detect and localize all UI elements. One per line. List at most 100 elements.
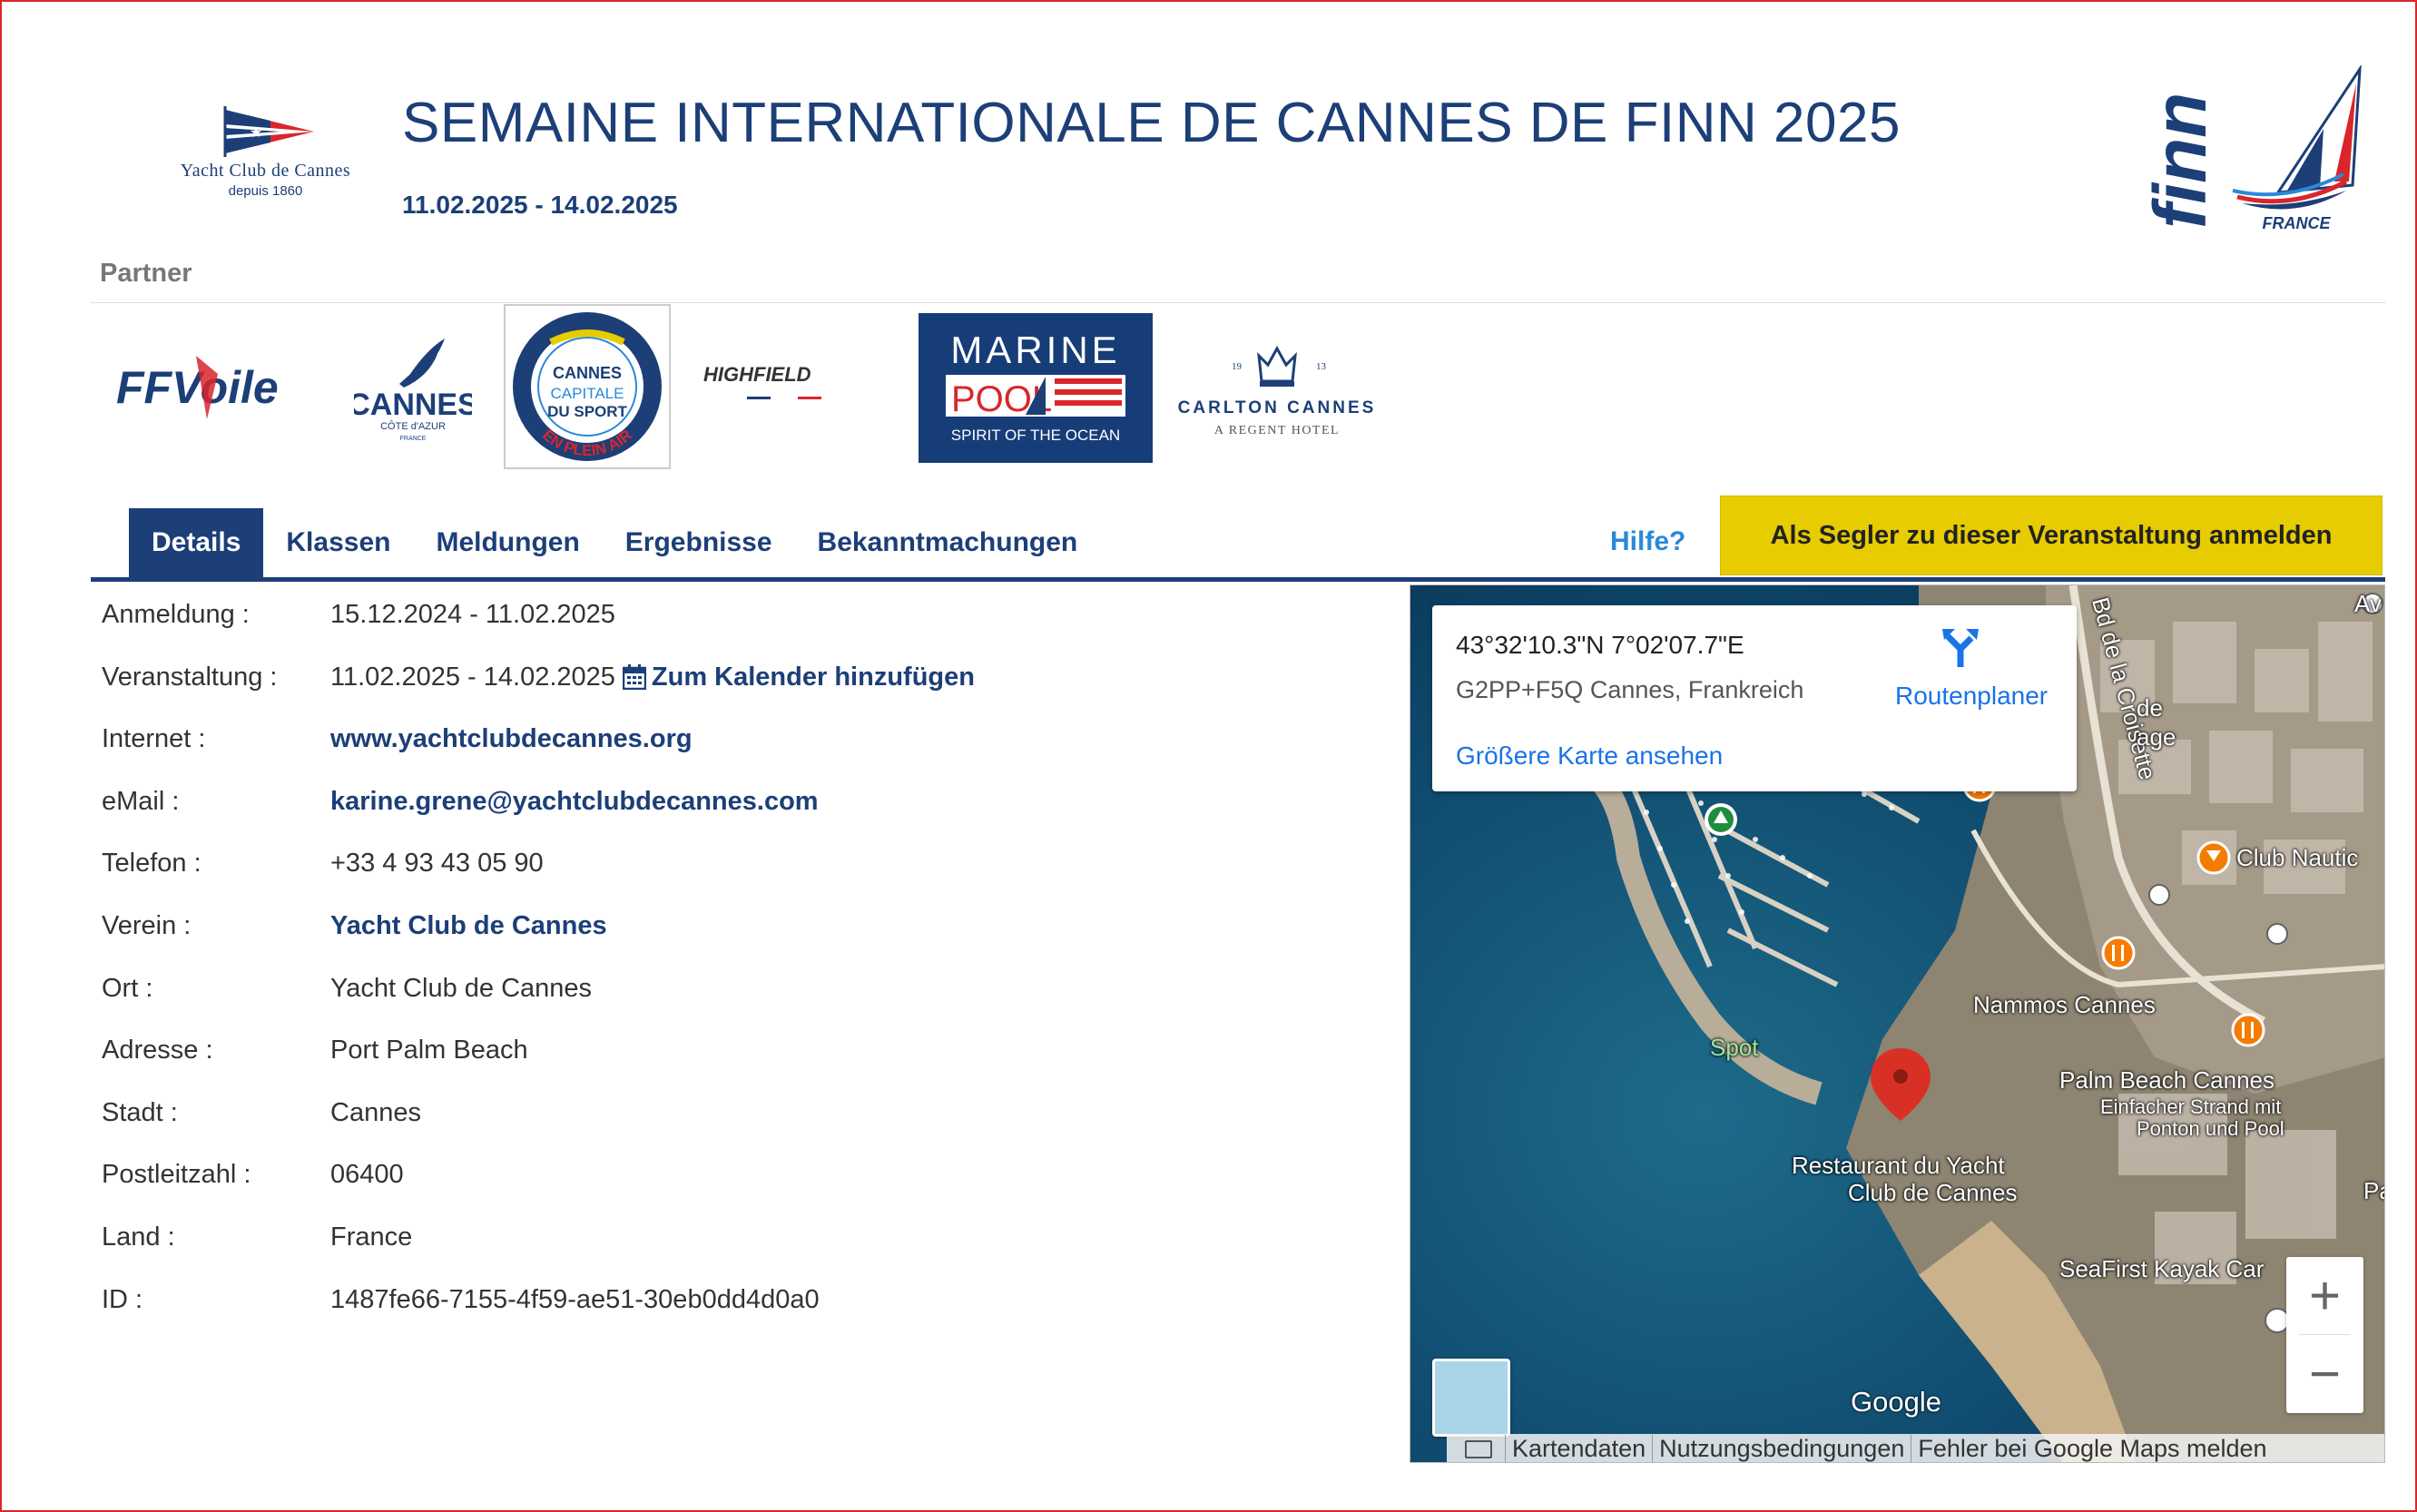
- detail-label: Anmeldung :: [102, 599, 250, 629]
- event-dates: 11.02.2025 - 14.02.2025: [402, 191, 678, 219]
- detail-row-email: eMail : karine.grene@yachtclubdecannes.c…: [102, 779, 819, 824]
- cannes-logo-country: FRANCE: [400, 436, 427, 442]
- page-title: SEMAINE INTERNATIONALE DE CANNES DE FINN…: [402, 92, 1901, 154]
- detail-label: Telefon :: [102, 848, 201, 878]
- map-label-nammos: Nammos Cannes: [1973, 991, 2156, 1018]
- detail-label: Adresse :: [102, 1035, 213, 1065]
- detail-value: Cannes: [330, 1097, 421, 1127]
- event-tabs: Details Klassen Meldungen Ergebnisse Bek…: [129, 508, 1100, 577]
- detail-row-stadt: Stadt : Cannes: [102, 1090, 421, 1135]
- detail-value: +33 4 93 43 05 90: [330, 848, 544, 878]
- detail-row-telefon: Telefon : +33 4 93 43 05 90: [102, 840, 544, 886]
- finn-logo-word: finn: [2142, 93, 2222, 229]
- map-label-spot: Spot: [1710, 1034, 1759, 1061]
- bus-stop-icon: [2266, 923, 2288, 945]
- tab-bekanntmachungen[interactable]: Bekanntmachungen: [795, 508, 1101, 577]
- marine-bottom-text: SPIRIT OF THE OCEAN: [951, 427, 1120, 444]
- tab-meldungen[interactable]: Meldungen: [413, 508, 602, 577]
- partner-logo-ffvoile[interactable]: FFVoile: [116, 347, 298, 428]
- map-label-seafirst: SeaFirst Kayak Car: [2059, 1255, 2265, 1282]
- map-label-palm-beach-sub1: Einfacher Strand mit: [2100, 1095, 2282, 1118]
- tab-details[interactable]: Details: [129, 508, 264, 577]
- detail-value: Yacht Club de Cannes: [330, 973, 593, 1003]
- partner-logo-marine-pool[interactable]: MARINE POOL SPIRIT OF THE OCEAN: [919, 313, 1153, 463]
- map-label-partial-av: Av: [2354, 590, 2382, 617]
- partner-logo-capitale-du-sport[interactable]: CANNES CAPITALE DU SPORT EN PLEIN AIR: [504, 304, 671, 469]
- detail-row-id: ID : 1487fe66-7155-4f59-ae51-30eb0dd4d0a…: [102, 1277, 820, 1322]
- carlton-name-text: CARLTON CANNES: [1178, 398, 1377, 417]
- partner-logo-highfield[interactable]: HIGHFIELD: [703, 358, 871, 413]
- finn-france-logo[interactable]: finn FRANCE: [2139, 64, 2369, 242]
- website-link[interactable]: www.yachtclubdecannes.org: [330, 724, 693, 754]
- map-plus-code: G2PP+F5Q Cannes, Frankreich: [1456, 676, 1804, 703]
- club-burgee-icon: ★: [223, 106, 314, 157]
- detail-label: Verein :: [102, 910, 192, 940]
- bigger-map-link[interactable]: Größere Karte ansehen: [1456, 741, 1723, 771]
- capitale-mid1-text: CAPITALE: [551, 385, 624, 402]
- detail-row-postleitzahl: Postleitzahl : 06400: [102, 1152, 404, 1197]
- partner-divider: [91, 302, 2385, 303]
- tab-klassen[interactable]: Klassen: [263, 508, 413, 577]
- detail-label: Internet :: [102, 723, 206, 753]
- map-layer-toggle[interactable]: [1432, 1359, 1510, 1437]
- google-logo: Google: [1851, 1386, 1941, 1418]
- partner-logo-cannes[interactable]: CANNES CÔTE d'AZUR FRANCE: [348, 331, 478, 445]
- map-coordinates: 43°32'10.3"N 7°02'07.7"E: [1456, 631, 1744, 659]
- detail-value: 1487fe66-7155-4f59-ae51-30eb0dd4d0a0: [330, 1284, 820, 1314]
- club-link[interactable]: Yacht Club de Cannes: [330, 911, 607, 941]
- svg-text:★: ★: [249, 125, 261, 141]
- ffvoile-text: FFVoile: [116, 362, 279, 413]
- zoom-out-button[interactable]: −: [2286, 1335, 2363, 1413]
- detail-value: France: [330, 1222, 413, 1252]
- detail-row-verein: Verein : Yacht Club de Cannes: [102, 903, 607, 948]
- restaurant-poi-icon: [2231, 1013, 2265, 1047]
- tree-poi-icon: [1705, 803, 1737, 836]
- capitale-mid2-text: DU SPORT: [547, 403, 627, 420]
- map-label-partial-pa: Pa: [2363, 1177, 2384, 1204]
- restaurant-poi-icon: [2101, 936, 2136, 970]
- zoom-in-button[interactable]: +: [2286, 1257, 2363, 1335]
- detail-label: Stadt :: [102, 1097, 178, 1127]
- carlton-sub-text: A REGENT HOTEL: [1214, 424, 1340, 437]
- detail-value: 11.02.2025 - 14.02.2025: [330, 662, 615, 692]
- detail-row-adresse: Adresse : Port Palm Beach: [102, 1027, 528, 1073]
- tabs-underline: [91, 577, 2385, 582]
- map-label-club-nautic: Club Nautic: [2236, 844, 2359, 871]
- highfield-text: HIGHFIELD: [703, 363, 811, 386]
- terms-link[interactable]: Nutzungsbedingungen: [1652, 1435, 1911, 1462]
- map-label-palm-beach: Palm Beach Cannes: [2059, 1066, 2275, 1094]
- partner-logo-carlton[interactable]: 19 13 CARLTON CANNES A REGENT HOTEL: [1157, 329, 1398, 447]
- tab-ergebnisse[interactable]: Ergebnisse: [603, 508, 795, 577]
- detail-row-internet: Internet : www.yachtclubdecannes.org: [102, 716, 693, 761]
- detail-row-veranstaltung: Veranstaltung : 11.02.2025 - 14.02.2025 …: [102, 654, 975, 700]
- capitale-top-text: CANNES: [553, 364, 622, 382]
- directions-icon[interactable]: [1940, 625, 1980, 667]
- map-label-partial-age: age: [2137, 723, 2176, 751]
- google-map[interactable]: Bd de la Croisette de age Av Club Nautic…: [1410, 584, 2385, 1463]
- help-link[interactable]: Hilfe?: [1610, 526, 1685, 557]
- yacht-club-logo[interactable]: ★ Yacht Club de Cannes depuis 1860: [145, 104, 386, 204]
- register-as-sailor-button[interactable]: Als Segler zu dieser Veranstaltung anmel…: [1720, 496, 2383, 575]
- add-to-calendar-link[interactable]: Zum Kalender hinzufügen: [622, 662, 975, 692]
- club-since: depuis 1860: [228, 183, 303, 199]
- carlton-year-left: 19: [1232, 361, 1243, 372]
- detail-label: eMail :: [102, 786, 180, 816]
- report-error-link[interactable]: Fehler bei Google Maps melden: [1911, 1435, 2273, 1462]
- route-planner-link[interactable]: Routenplaner: [1895, 682, 2048, 711]
- finn-logo-country: FRANCE: [2263, 214, 2332, 232]
- partner-label: Partner: [100, 259, 192, 288]
- map-data-link[interactable]: Kartendaten: [1505, 1435, 1652, 1462]
- detail-row-anmeldung: Anmeldung : 15.12.2024 - 11.02.2025: [102, 592, 615, 637]
- detail-label: ID :: [102, 1284, 143, 1314]
- calendar-icon: [622, 664, 646, 690]
- detail-label: Postleitzahl :: [102, 1159, 251, 1189]
- keyboard-icon[interactable]: [1465, 1439, 1492, 1458]
- add-to-calendar-label: Zum Kalender hinzufügen: [651, 662, 975, 692]
- bus-stop-icon: [2148, 884, 2170, 906]
- email-link[interactable]: karine.grene@yachtclubdecannes.com: [330, 787, 819, 817]
- map-label-restaurant-line2: Club de Cannes: [1848, 1179, 2018, 1206]
- map-label-restaurant-line1: Restaurant du Yacht: [1792, 1152, 2005, 1179]
- marine-top-text: MARINE: [950, 329, 1120, 371]
- map-zoom-control: + −: [2286, 1257, 2363, 1413]
- cannes-logo-sub: CÔTE d'AZUR: [380, 420, 446, 432]
